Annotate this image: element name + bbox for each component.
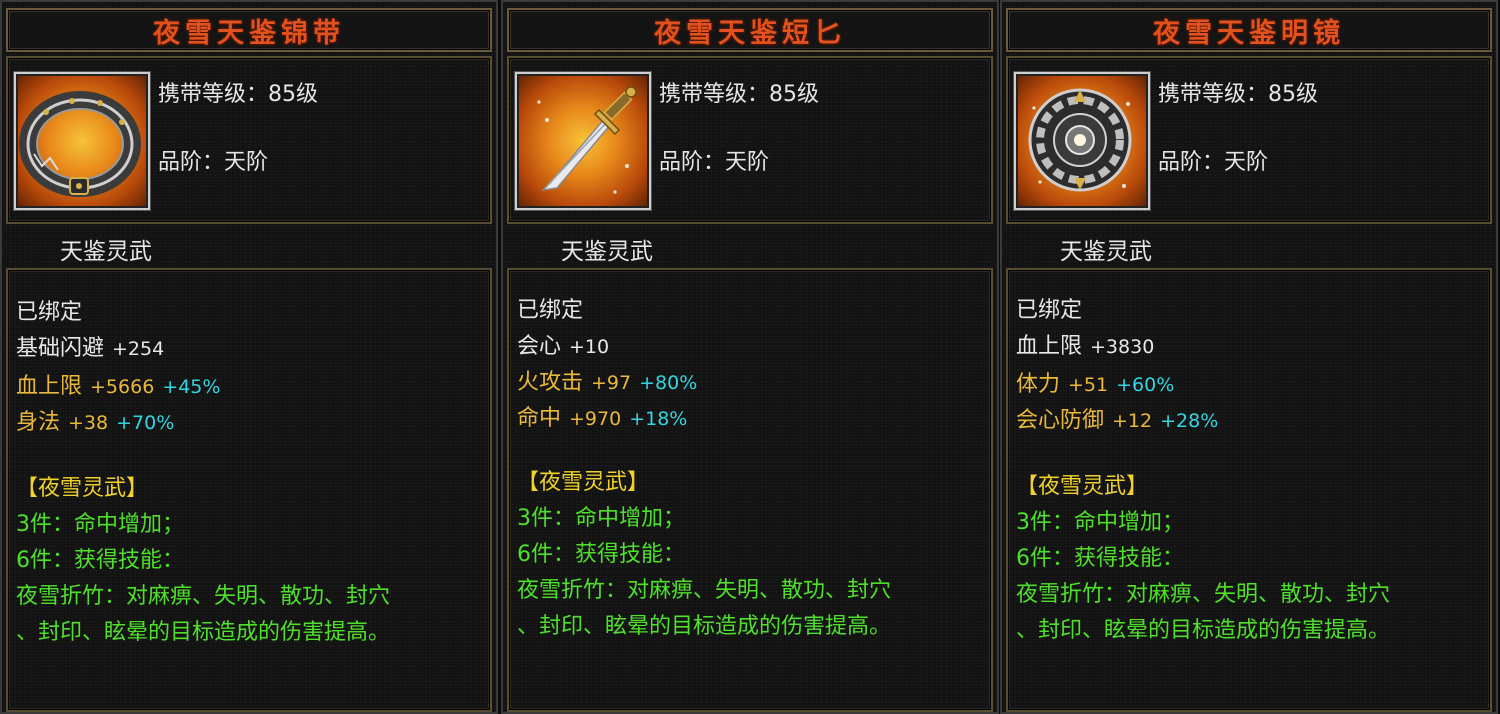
set-name-row: 天鉴灵武 [1002,228,1496,266]
item-detail-panel: 已绑定 基础闪避 +254 血上限 +5666 +45% 身法 +38 +70% 【夜雪灵… [6,268,492,712]
belt-icon[interactable] [14,72,150,210]
item-title: 夜雪天鉴明镜 [1153,17,1345,49]
stat-row: 会心 +10 [517,328,609,360]
set-name: 天鉴灵武 [561,239,653,265]
item-grade: 品阶：天阶 [158,150,269,175]
stat-value: +97 [591,372,632,394]
stat-percent: +45% [162,376,221,398]
mirror-icon[interactable] [1014,72,1150,210]
set-bonus-line: 、封印、眩晕的目标造成的伤害提高。 [517,614,892,639]
stat-value: +38 [68,412,109,434]
stat-name: 血上限 [1016,334,1083,359]
item-title-bar: 夜雪天鉴锦带 [6,8,492,52]
item-title: 夜雪天鉴锦带 [153,17,345,49]
bound-status: 已绑定 [1016,298,1083,323]
set-bonus-line: 夜雪折竹：对麻痹、失明、散功、封穴 [1016,582,1391,607]
stat-percent: +80% [639,372,698,394]
stat-row: 身法 +38 +70% [16,404,174,436]
stat-name: 体力 [1016,372,1061,397]
stat-name: 火攻击 [517,370,584,395]
stat-row: 基础闪避 +254 [16,330,164,362]
dagger-icon[interactable] [515,72,651,210]
stat-value: +10 [569,336,610,358]
item-tooltip-mirror: 夜雪天鉴明镜 携带等级：85级 品阶：天阶 天鉴灵武 已绑定 血上限 +3830… [1000,0,1498,714]
stat-value: +12 [1112,410,1153,432]
set-bonus-line: 6件：获得技能： [16,548,184,573]
stat-name: 基础闪避 [16,336,105,361]
item-grade: 品阶：天阶 [1158,150,1269,175]
stat-value: +254 [112,338,165,360]
item-title-bar: 夜雪天鉴短匕 [507,8,993,52]
item-tooltip-dagger: 夜雪天鉴短匕 携带等级：85级 品阶：天阶 天鉴灵武 已绑定 会心 +10 火攻… [501,0,999,714]
stat-name: 会心防御 [1016,408,1105,433]
stat-percent: +28% [1160,410,1219,432]
set-bonus-line: 、封印、眩晕的目标造成的伤害提高。 [1016,618,1391,643]
stat-row: 体力 +51 +60% [1016,366,1174,398]
set-title: 【夜雪灵武】 [1016,474,1149,499]
item-info-panel: 携带等级：85级 品阶：天阶 [6,56,492,224]
set-name-row: 天鉴灵武 [503,228,997,266]
item-info-panel: 携带等级：85级 品阶：天阶 [1006,56,1492,224]
stat-value: +51 [1068,374,1109,396]
stat-value: +3830 [1090,336,1155,358]
set-bonus-line: 6件：获得技能： [517,542,685,567]
set-name: 天鉴灵武 [60,239,152,265]
stat-name: 命中 [517,406,562,431]
stat-name: 血上限 [16,374,83,399]
stat-value: +5666 [90,376,155,398]
item-title-bar: 夜雪天鉴明镜 [1006,8,1492,52]
item-info-panel: 携带等级：85级 品阶：天阶 [507,56,993,224]
stat-percent: +60% [1116,374,1175,396]
set-bonus-line: 、封印、眩晕的目标造成的伤害提高。 [16,620,391,645]
equipment-tooltips: 夜雪天鉴锦带 携带等级：85级 品阶：天阶 天鉴灵武 已绑定 基础闪避 +254… [0,0,1500,714]
stat-percent: +70% [116,412,175,434]
stat-row: 血上限 +3830 [1016,328,1154,360]
item-detail-panel: 已绑定 会心 +10 火攻击 +97 +80% 命中 +970 +18% 【夜雪灵武】 3… [507,268,993,712]
item-detail-panel: 已绑定 血上限 +3830 体力 +51 +60% 会心防御 +12 +28% 【夜雪灵武… [1006,268,1492,712]
set-bonus-line: 3件：命中增加； [1016,510,1184,535]
stat-percent: +18% [629,408,688,430]
bound-status: 已绑定 [16,300,83,325]
set-bonus-line: 3件：命中增加； [517,506,685,531]
stat-row: 血上限 +5666 +45% [16,368,220,400]
stat-name: 身法 [16,410,61,435]
set-bonus-line: 夜雪折竹：对麻痹、失明、散功、封穴 [16,584,391,609]
stat-row: 会心防御 +12 +28% [1016,402,1218,434]
bound-status: 已绑定 [517,298,584,323]
stat-row: 命中 +970 +18% [517,400,687,432]
set-title: 【夜雪灵武】 [16,476,149,501]
carry-level: 携带等级：85级 [659,82,819,107]
set-name-row: 天鉴灵武 [2,228,496,266]
set-title: 【夜雪灵武】 [517,470,650,495]
set-bonus-line: 6件：获得技能： [1016,546,1184,571]
item-title: 夜雪天鉴短匕 [654,17,846,49]
carry-level: 携带等级：85级 [158,82,318,107]
item-tooltip-belt: 夜雪天鉴锦带 携带等级：85级 品阶：天阶 天鉴灵武 已绑定 基础闪避 +254… [0,0,498,714]
set-name: 天鉴灵武 [1060,239,1152,265]
set-bonus-line: 夜雪折竹：对麻痹、失明、散功、封穴 [517,578,892,603]
item-grade: 品阶：天阶 [659,150,770,175]
stat-row: 火攻击 +97 +80% [517,364,697,396]
set-bonus-line: 3件：命中增加； [16,512,184,537]
stat-name: 会心 [517,334,562,359]
carry-level: 携带等级：85级 [1158,82,1318,107]
stat-value: +970 [569,408,622,430]
